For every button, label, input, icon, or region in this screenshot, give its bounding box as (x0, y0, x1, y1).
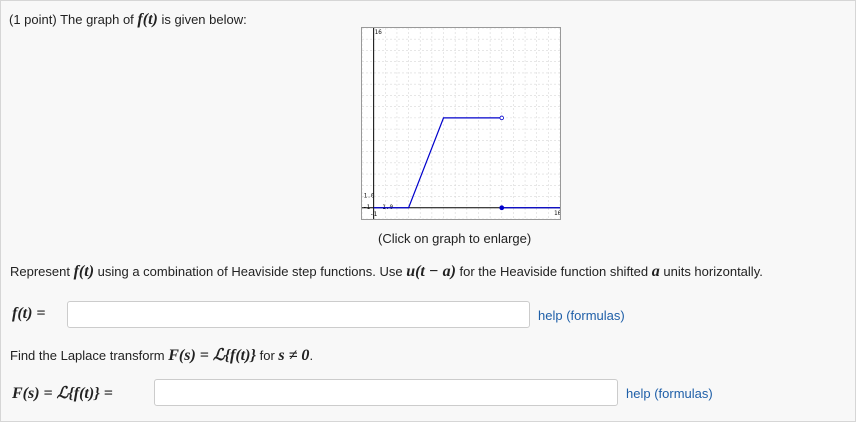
shift-variable: a (651, 263, 660, 280)
F-answer-input[interactable] (154, 379, 618, 406)
function-graph[interactable]: 16 1.0 1.0 16 -1 -1 (361, 27, 561, 220)
f-answer-label: f(t) = (12, 305, 46, 322)
tick-label-y-bottom: -1 (370, 211, 378, 218)
problem-intro: (1 point) The graph of f(t) is given bel… (9, 11, 247, 29)
laplace-suffix: . (309, 348, 314, 363)
laplace-expression: F(s) = ℒ{f(t)} (168, 347, 257, 364)
graph-caption[interactable]: (Click on graph to enlarge) (378, 231, 531, 246)
laplace-instruction: Find the Laplace transform F(s) = ℒ{f(t)… (10, 345, 313, 365)
intro-prefix: (1 point) The graph of (9, 12, 138, 27)
represent-prefix: Represent (10, 264, 74, 279)
help-formulas-link-2[interactable]: help (formulas) (626, 386, 713, 401)
tick-label-x-left: -1 (363, 204, 371, 211)
represent-function: f(t) (73, 263, 95, 280)
F-answer-label: F(s) = ℒ{f(t)} = (12, 385, 113, 402)
intro-function: f(t) (137, 11, 158, 28)
represent-suffix: units horizontally. (659, 264, 763, 279)
closed-endpoint (499, 205, 505, 211)
tick-label-y-top: 16 (375, 29, 383, 36)
represent-mid2: for the Heaviside function shifted (455, 264, 652, 279)
laplace-prefix: Find the Laplace transform (10, 348, 169, 363)
tick-label-x-right: 16 (554, 210, 560, 217)
heaviside-expression: u(t − a) (406, 263, 456, 280)
tick-label-y-one: 1.0 (364, 193, 375, 200)
intro-suffix: is given below: (157, 12, 247, 27)
laplace-mid: for (256, 348, 279, 363)
represent-instruction: Represent f(t) using a combination of He… (10, 263, 763, 281)
help-formulas-link-1[interactable]: help (formulas) (538, 308, 625, 323)
open-endpoint (499, 115, 504, 121)
graph-svg[interactable]: 161.01.016-1-1 (362, 28, 560, 219)
represent-mid: using a combination of Heaviside step fu… (94, 264, 407, 279)
laplace-condition: s ≠ 0 (278, 347, 310, 364)
f-answer-input[interactable] (67, 301, 530, 328)
